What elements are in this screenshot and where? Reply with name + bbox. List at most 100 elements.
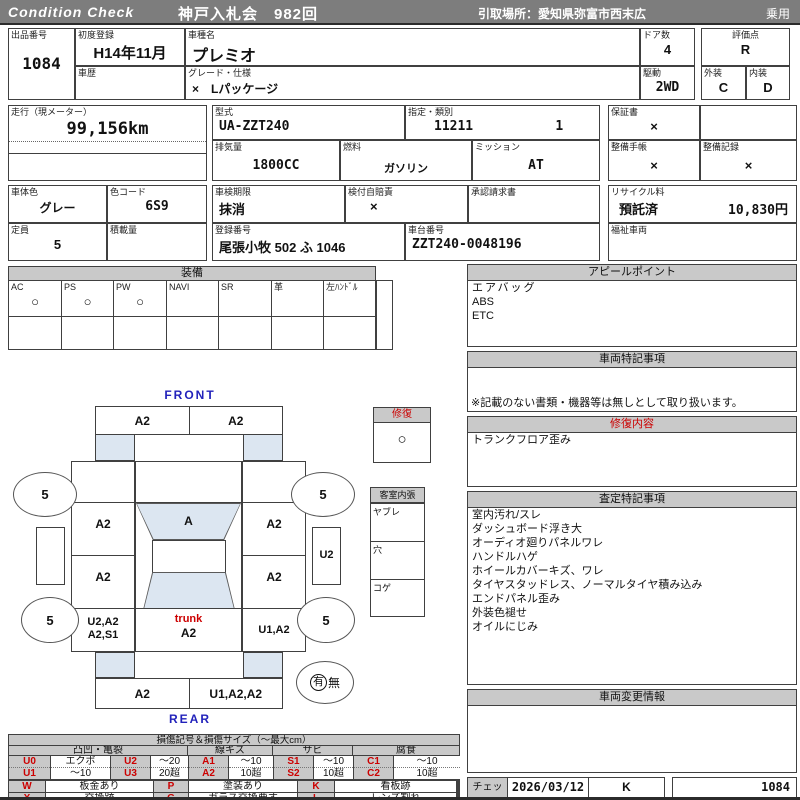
side-sill-left bbox=[36, 527, 65, 585]
vehicle-type: 乗用 bbox=[765, 7, 790, 21]
trunk-panel: trunk A2 bbox=[135, 608, 242, 652]
cabin-lining-header: 客室内張 bbox=[371, 488, 424, 503]
first-registration-cell: 初度登録 H14年11月 bbox=[75, 28, 185, 66]
assessment-notes-header: 査定特記事項 bbox=[468, 492, 796, 508]
body-color-cell: 車体色 グレー bbox=[8, 185, 107, 223]
repair-details-header: 修復内容 bbox=[468, 417, 796, 433]
front-door-right: A2 bbox=[242, 502, 306, 556]
rear-door-left: A2 bbox=[71, 555, 135, 609]
recycle-fee-cell: リサイクル料 預託済 10,830円 bbox=[608, 185, 797, 223]
header-bar: Condition Check 神戸入札会 982回 引取場所：愛知県弥富市西末… bbox=[0, 0, 800, 25]
load-cell: 積載量 bbox=[107, 223, 207, 261]
equipment-cell-ac: AC ○ bbox=[8, 280, 62, 317]
side-sill-right: U2 bbox=[312, 527, 341, 585]
recycle-fee: 10,830円 bbox=[728, 203, 788, 218]
equipment-empty-cell bbox=[218, 316, 272, 350]
vehicle-change-info-header: 車両変更情報 bbox=[468, 690, 796, 706]
assessment-notes-box: 査定特記事項 室内汚れ/スレ ダッシュボード浮き大 オーディオ廻りパネルワレ ハ… bbox=[467, 491, 797, 685]
pickup-location: 引取場所：愛知県弥富市西末広 bbox=[478, 7, 647, 21]
class-sub: 1 bbox=[555, 119, 564, 134]
spare-no: 無 bbox=[327, 676, 340, 690]
divider bbox=[9, 141, 206, 142]
capacity-cell: 定員 5 bbox=[8, 223, 107, 261]
divider bbox=[9, 153, 206, 154]
wheel-front-right: 5 bbox=[291, 472, 355, 517]
equipment-empty-cell bbox=[271, 316, 324, 350]
vehicle-notes-header: 車両特記事項 bbox=[468, 352, 796, 368]
front-fender-left bbox=[71, 461, 135, 503]
score-value: R bbox=[740, 42, 751, 57]
equipment-cell-ps: PS ○ bbox=[61, 280, 114, 317]
cabin-lining-box: 客室内張 ヤブレ 穴 コゲ bbox=[370, 487, 425, 617]
cabin-row-hole: 穴 bbox=[371, 541, 424, 579]
doors-cell: ドア数 4 bbox=[640, 28, 695, 66]
equipment-narrow-cell bbox=[376, 280, 393, 350]
hood-panel bbox=[135, 461, 242, 503]
equipment-empty-cell bbox=[166, 316, 219, 350]
cabin-row-tear: ヤブレ bbox=[371, 503, 424, 541]
interior-grade-cell: 内装 D bbox=[746, 66, 790, 100]
transmission-cell: ミッション AT bbox=[472, 140, 600, 181]
appeal-points-box: アピールポイント エアバッグ ABS ETC bbox=[467, 264, 797, 347]
wheel-front-left: 5 bbox=[13, 472, 77, 517]
equipment-empty-cell bbox=[8, 316, 62, 350]
registration-number-cell: 登録番号 尾張小牧 502 ふ 1046 bbox=[212, 223, 405, 261]
rear-label: REAR bbox=[168, 712, 211, 726]
equipment-cell-sr: SR bbox=[218, 280, 272, 317]
appeal-points-header: アピールポイント bbox=[468, 265, 796, 281]
equipment-empty-cell bbox=[61, 316, 114, 350]
vehicle-notes-footnote: ※記載のない書類・機器等は無しとして取り扱います。 bbox=[471, 397, 743, 409]
recycle-status: 預託済 bbox=[619, 202, 659, 217]
wheel-rear-right: 5 bbox=[297, 597, 355, 643]
front-bumper: A2 A2 bbox=[95, 406, 283, 435]
score-cell: 評価点 R bbox=[701, 28, 790, 66]
front-label: FRONT bbox=[164, 388, 216, 402]
blank-cell bbox=[700, 105, 797, 140]
front-bumper-right-damage: A2 bbox=[228, 414, 244, 428]
inspection-expiry-cell: 車検期限 抹消 bbox=[212, 185, 345, 223]
brand-logo: Condition Check bbox=[8, 4, 135, 20]
mileage-cell: 走行（現メーター） 99,156km bbox=[8, 105, 207, 181]
condition-check-sheet: Condition Check 神戸入札会 982回 引取場所：愛知県弥富市西末… bbox=[0, 0, 800, 800]
rear-window bbox=[143, 572, 235, 610]
vehicle-change-info-box: 車両変更情報 bbox=[467, 689, 797, 773]
check-date-inspector: 2026/03/12 K bbox=[507, 777, 665, 798]
maintenance-record-cell: 整備記録 × bbox=[700, 140, 797, 181]
legend-size-table: U0 エクボ U2 〜20 A1 〜10 S1 〜10 C1 〜10 U1 〜1… bbox=[8, 755, 460, 780]
cabin-row-burn: コゲ bbox=[371, 579, 424, 616]
model-name-cell: 車種名 プレミオ bbox=[185, 28, 640, 66]
front-right-corner bbox=[243, 434, 283, 461]
rear-quarter-left: U2,A2 A2,S1 bbox=[71, 608, 135, 652]
maintenance-book-cell: 整備手帳 × bbox=[608, 140, 700, 181]
model-code-cell: 型式 UA-ZZT240 bbox=[212, 105, 405, 140]
vehicle-notes-box: 車両特記事項 ※記載のない書類・機器等は無しとして取り扱います。 bbox=[467, 351, 797, 412]
repair-details-box: 修復内容 トランクフロア歪み bbox=[467, 416, 797, 487]
mileage-value: 99,156km bbox=[66, 119, 149, 139]
roof-panel bbox=[152, 540, 226, 573]
lot-number-cell: 出品番号 1084 bbox=[8, 28, 75, 100]
rear-bumper-left-damage: A2 bbox=[134, 687, 150, 701]
auction-title: 神戸入札会 982回 bbox=[178, 6, 319, 23]
check-inspector: K bbox=[622, 780, 631, 794]
spare-yes-circled: 有 bbox=[309, 674, 327, 691]
displacement-cell: 排気量 1800CC bbox=[212, 140, 340, 181]
front-left-corner bbox=[95, 434, 135, 461]
windshield-damage: A bbox=[137, 504, 240, 539]
insurance-cell: 検付自賠責 × bbox=[345, 185, 468, 223]
history-cell: 車歴 bbox=[75, 66, 185, 100]
class-main: 11211 bbox=[434, 119, 474, 134]
color-code-cell: 色コード 6S9 bbox=[107, 185, 207, 223]
windshield: A bbox=[136, 503, 241, 540]
wheel-rear-left: 5 bbox=[21, 597, 79, 643]
equipment-header: 装備 bbox=[8, 266, 376, 281]
grade-cell: グレード・仕様 × Lパッケージ bbox=[185, 66, 640, 100]
check-lot-number: 1084 bbox=[672, 777, 797, 798]
front-door-left: A2 bbox=[71, 502, 135, 556]
spare-tire-indicator: 有 無 bbox=[296, 661, 354, 704]
equipment-cell-leather: 革 bbox=[271, 280, 324, 317]
equipment-cell-navi: NAVI bbox=[166, 280, 219, 317]
rear-bumper-right-damage: U1,A2,A2 bbox=[209, 687, 263, 701]
side-right-damage: U2 bbox=[319, 549, 334, 561]
equipment-empty-cell bbox=[113, 316, 167, 350]
chassis-number-cell: 車台番号 ZZT240-0048196 bbox=[405, 223, 600, 261]
